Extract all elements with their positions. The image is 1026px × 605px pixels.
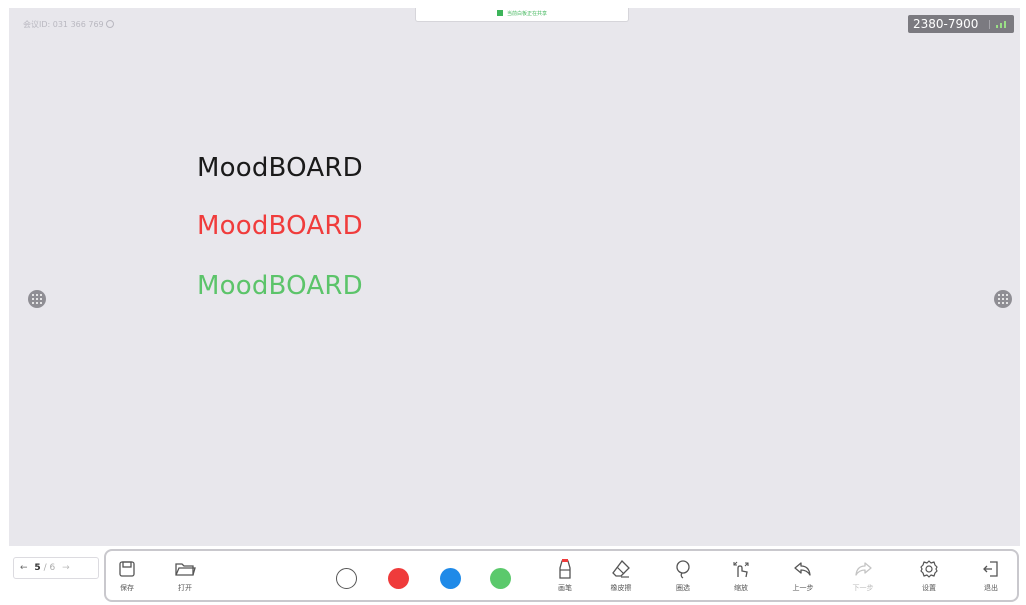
share-status-banner[interactable]: 当前白板正在共享: [415, 8, 629, 22]
lasso-button[interactable]: 圈选: [666, 558, 700, 593]
grid-icon: [32, 294, 42, 304]
canvas-text-red[interactable]: MoodBOARD: [197, 211, 363, 241]
whiteboard-canvas[interactable]: 会议ID: 031 366 769 当前白板正在共享 2380-7900 Moo…: [9, 8, 1020, 546]
folder-icon: [168, 558, 202, 580]
next-page-button[interactable]: →: [62, 563, 70, 573]
canvas-text-green[interactable]: MoodBOARD: [197, 271, 363, 301]
pen-icon: [548, 558, 582, 580]
current-page: 5: [34, 563, 41, 573]
exit-button[interactable]: 退出: [974, 558, 1008, 593]
signal-icon: [996, 21, 1006, 28]
page-navigator: ← 5 / 6 →: [13, 557, 99, 579]
color-red[interactable]: [388, 568, 409, 589]
color-white[interactable]: [336, 568, 357, 589]
settings-button[interactable]: 设置: [912, 558, 946, 593]
zoom-button[interactable]: 缩放: [724, 558, 758, 593]
eraser-icon: [604, 558, 638, 580]
right-menu-button[interactable]: [994, 290, 1012, 308]
lasso-icon: [666, 558, 700, 580]
eraser-button[interactable]: 橡皮擦: [604, 558, 638, 593]
undo-button[interactable]: 上一步: [786, 558, 820, 593]
clock-icon: [105, 20, 114, 28]
bottom-toolbar: 保存 打开 画笔 橡皮擦 圈选 缩放 上一步 下一步 设置 退出: [104, 549, 1019, 602]
meeting-id: 会议ID: 031 366 769: [23, 19, 114, 30]
color-green[interactable]: [490, 568, 511, 589]
prev-page-button[interactable]: ←: [20, 563, 28, 573]
pen-button[interactable]: 画笔: [548, 558, 582, 593]
exit-icon: [974, 558, 1008, 580]
room-code: 2380-7900: [913, 17, 979, 31]
save-icon: [110, 558, 144, 580]
save-button[interactable]: 保存: [110, 558, 144, 593]
pinch-zoom-icon: [724, 558, 758, 580]
grid-icon: [998, 294, 1008, 304]
open-button[interactable]: 打开: [168, 558, 202, 593]
left-menu-button[interactable]: [28, 290, 46, 308]
gear-icon: [912, 558, 946, 580]
undo-icon: [786, 558, 820, 580]
room-code-badge: 2380-7900: [908, 15, 1014, 33]
redo-button[interactable]: 下一步: [846, 558, 880, 593]
share-icon: [496, 10, 503, 16]
total-pages: / 6: [43, 563, 56, 573]
canvas-text-black[interactable]: MoodBOARD: [197, 153, 363, 183]
redo-icon: [846, 558, 880, 580]
color-blue[interactable]: [440, 568, 461, 589]
